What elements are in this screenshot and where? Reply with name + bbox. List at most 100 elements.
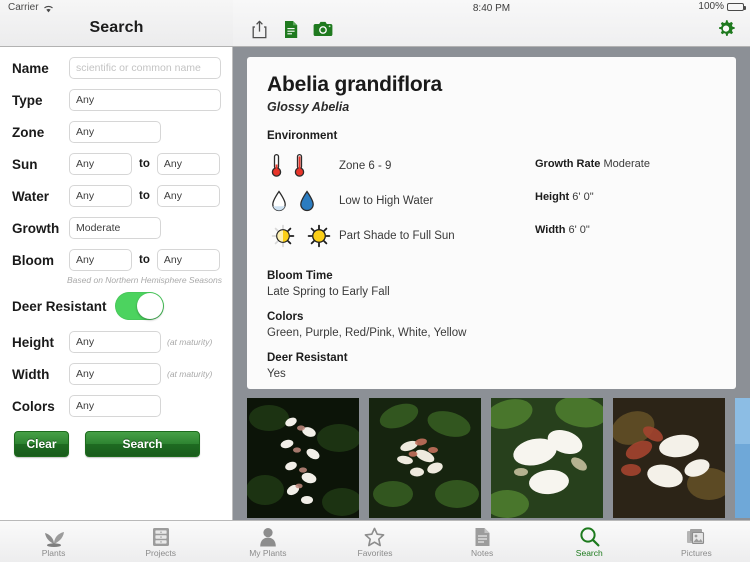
stat-height: Height 6' 0" (535, 191, 716, 203)
bloom-time-block: Bloom Time Late Spring to Early Fall (267, 270, 716, 298)
clear-button[interactable]: Clear (14, 431, 69, 457)
page-title: Search (89, 19, 144, 36)
type-select[interactable]: Any (69, 89, 221, 111)
label-zone: Zone (12, 124, 45, 140)
tab-plants[interactable]: Plants (0, 521, 107, 562)
abelia-photo-2[interactable] (369, 398, 481, 518)
environment-sun-text: Part Shade to Full Sun (339, 229, 455, 242)
environment-water-text: Low to High Water (339, 194, 434, 207)
growth-select[interactable]: Moderate (69, 217, 161, 239)
label-width: Width (12, 366, 50, 382)
label-height: Height (12, 334, 54, 350)
form-actions: Clear Search (0, 431, 232, 457)
stat-height-value: 6' 0" (572, 191, 594, 203)
photo-gallery (247, 389, 750, 520)
deer-resistant-toggle[interactable] (114, 292, 164, 320)
bloom-range-separator: to (139, 254, 150, 266)
label-deer-resistant: Deer Resistant (12, 298, 107, 314)
form-row-height: Height Any (at maturity) (0, 331, 232, 353)
label-water: Water (12, 188, 50, 204)
sun-to-select[interactable]: Any (156, 153, 220, 175)
tab-projects[interactable]: Projects (107, 521, 214, 562)
battery-icon (727, 2, 746, 11)
height-hint: (at maturity) (167, 337, 213, 347)
bloom-time-heading: Bloom Time (267, 270, 333, 282)
plant-stats: Growth Rate Moderate Height 6' 0" Width … (535, 148, 716, 257)
tab-notes-label: Notes (471, 547, 494, 558)
tab-projects-label: Projects (145, 547, 177, 558)
top-band: Carrier Search 8:40 PM 100% (0, 0, 750, 47)
name-input[interactable]: scientific or common name (69, 57, 221, 79)
water-drop-icon (267, 189, 339, 212)
sun-icon (267, 224, 339, 248)
plant-detail-panel: Abelia grandiflora Glossy Abelia Environ… (233, 47, 750, 520)
label-name: Name (12, 60, 49, 76)
camera-icon[interactable] (311, 17, 335, 41)
tab-my-plants-label: My Plants (249, 547, 287, 558)
tab-favorites[interactable]: Favorites (321, 521, 428, 562)
abelia-photo-4[interactable] (613, 398, 725, 518)
environment-row-water: Low to High Water (267, 183, 535, 218)
environment-rows: Zone 6 - 9 Low to High Water Part Shade … (267, 148, 535, 257)
stat-growth-rate-label: Growth Rate (535, 158, 601, 170)
bloom-to-select[interactable]: Any (156, 249, 220, 271)
label-growth: Growth (12, 220, 60, 236)
water-from-select[interactable]: Any (69, 185, 132, 207)
colors-block: Colors Green, Purple, Red/Pink, White, Y… (267, 311, 716, 339)
water-to-select[interactable]: Any (156, 185, 220, 207)
left-status-nav: Carrier Search (0, 0, 233, 47)
bloom-time-value: Late Spring to Early Fall (267, 286, 390, 298)
gear-icon[interactable] (714, 17, 738, 41)
colors-heading: Colors (267, 311, 304, 323)
thermometer-icon (267, 153, 339, 178)
label-bloom: Bloom (12, 252, 54, 268)
star-icon (364, 526, 385, 547)
environment-grid: Zone 6 - 9 Low to High Water Part Shade … (267, 148, 716, 257)
note-icon (474, 526, 491, 547)
abelia-photo-5[interactable] (735, 398, 750, 518)
sun-from-select[interactable]: Any (69, 153, 132, 175)
detail-toolbar (247, 17, 335, 41)
toggle-knob (136, 293, 163, 319)
search-button[interactable]: Search (85, 431, 200, 457)
form-row-zone: Zone Any (0, 121, 232, 143)
abelia-photo-3[interactable] (491, 398, 603, 518)
tab-notes[interactable]: Notes (429, 521, 536, 562)
wifi-icon (43, 4, 54, 13)
width-select[interactable]: Any (69, 363, 161, 385)
form-row-name: Name scientific or common name (0, 57, 232, 79)
form-row-bloom: Bloom Any to Any (0, 249, 232, 271)
tab-search-label: Search (575, 547, 603, 558)
form-row-type: Type Any (0, 89, 232, 111)
bloom-from-select[interactable]: Any (69, 249, 132, 271)
colors-select[interactable]: Any (69, 395, 161, 417)
sun-range-separator: to (139, 158, 150, 170)
abelia-photo-1[interactable] (247, 398, 359, 518)
stat-width: Width 6' 0" (535, 224, 716, 236)
stat-width-value: 6' 0" (568, 224, 590, 236)
environment-row-zone: Zone 6 - 9 (267, 148, 535, 183)
height-select[interactable]: Any (69, 331, 161, 353)
deer-resistant-block: Deer Resistant Yes (267, 352, 716, 380)
body-row: Name scientific or common name Type Any … (0, 47, 750, 520)
tab-favorites-label: Favorites (357, 547, 393, 558)
share-icon[interactable] (247, 17, 271, 41)
tab-plants-label: Plants (41, 547, 66, 558)
label-sun: Sun (12, 156, 38, 172)
document-icon[interactable] (279, 17, 303, 41)
tab-pictures[interactable]: Pictures (643, 521, 750, 562)
stat-growth-rate-value: Moderate (603, 158, 650, 170)
magnifier-icon (579, 526, 600, 547)
form-row-sun: Sun Any to Any (0, 153, 232, 175)
right-status-toolbar: 8:40 PM 100% (233, 0, 750, 47)
zone-select[interactable]: Any (69, 121, 161, 143)
tab-search[interactable]: Search (536, 521, 643, 562)
environment-heading: Environment (267, 130, 338, 142)
width-hint: (at maturity) (167, 369, 213, 379)
battery-percent: 100% (698, 1, 724, 12)
clock: 8:40 PM (472, 3, 511, 14)
stat-width-label: Width (535, 224, 566, 236)
tab-my-plants[interactable]: My Plants (214, 521, 321, 562)
person-icon (259, 526, 277, 547)
colors-value: Green, Purple, Red/Pink, White, Yellow (267, 327, 467, 339)
